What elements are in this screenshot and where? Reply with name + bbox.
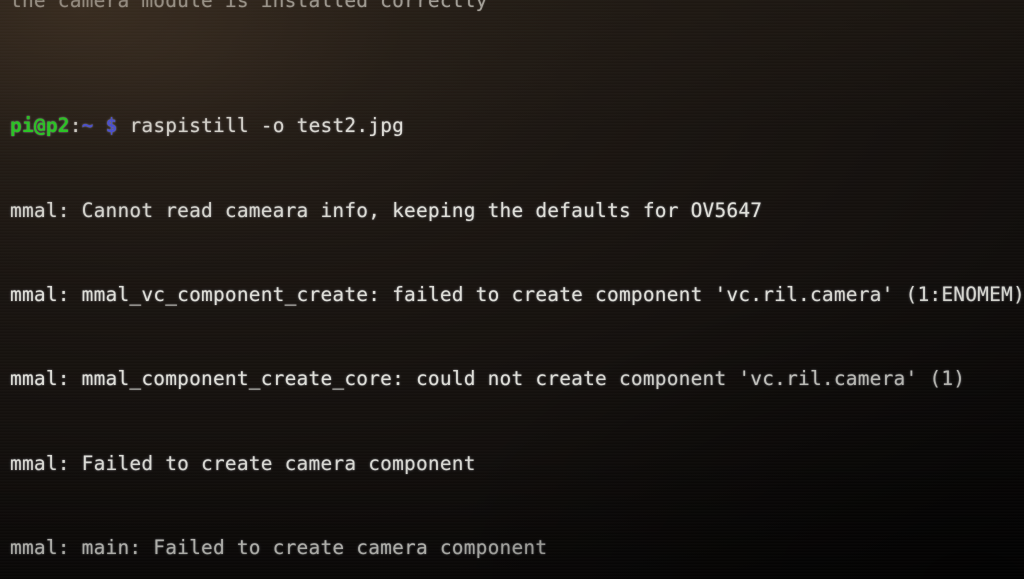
output-line: mmal: Failed to create camera component bbox=[10, 451, 476, 475]
prompt-path: ~ bbox=[81, 114, 94, 138]
console-output[interactable]: pi@p2:~ $ raspistill -o test2.jpg mmal: … bbox=[0, 0, 1024, 579]
output-line: mmal: Cannot read cameara info, keeping … bbox=[10, 198, 763, 222]
prompt-colon: : bbox=[69, 114, 82, 138]
command-text: raspistill -o test2.jpg bbox=[129, 114, 405, 138]
prompt-line[interactable]: pi@p2:~ $ raspistill -o test2.jpg bbox=[10, 112, 1024, 140]
prompt-user-host: pi@p2 bbox=[10, 114, 70, 138]
terminal-screen: the camera module is installed correctly… bbox=[0, 0, 1024, 579]
clipped-top-output-line: the camera module is installed correctly bbox=[10, 0, 488, 15]
prompt-sigil: $ bbox=[105, 114, 118, 138]
output-line: mmal: main: Failed to create camera comp… bbox=[10, 535, 548, 559]
clipped-top-text: the camera module is installed correctly bbox=[10, 0, 488, 12]
output-line: mmal: mmal_component_create_core: could … bbox=[10, 367, 966, 391]
output-line: mmal: mmal_vc_component_create: failed t… bbox=[10, 282, 1024, 306]
